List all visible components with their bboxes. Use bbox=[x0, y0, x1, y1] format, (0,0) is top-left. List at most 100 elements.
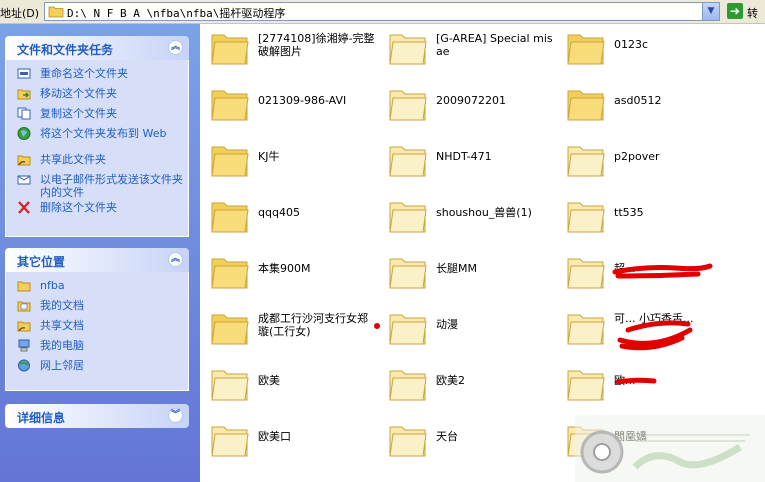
folder-icon bbox=[211, 314, 249, 345]
network-icon bbox=[18, 359, 30, 372]
folder-item[interactable]: 欧美2 bbox=[378, 360, 556, 408]
task-email-files[interactable]: 以电子邮件形式发送该文件夹内的文件 bbox=[6, 172, 188, 200]
folder-item[interactable]: KJ牛 bbox=[200, 136, 378, 184]
chevron-up-icon[interactable]: ︽ bbox=[168, 252, 183, 267]
details-panel: 详细信息 ︾ bbox=[5, 404, 189, 428]
task-move-folder[interactable]: 移动这个文件夹 bbox=[6, 86, 188, 106]
folder-item[interactable]: 成都工行沙河支行女郑璇(工行女) bbox=[200, 304, 378, 352]
task-share-folder[interactable]: 共享此文件夹 bbox=[6, 152, 188, 172]
folder-name: NHDT-471 bbox=[436, 150, 492, 163]
folder-icon bbox=[567, 90, 605, 121]
folder-name: 成都工行沙河支行女郑璇(工行女) bbox=[258, 312, 368, 338]
task-delete-folder[interactable]: 删除这个文件夹 bbox=[6, 200, 188, 220]
folder-item[interactable]: shoushou_兽兽(1) bbox=[378, 192, 556, 240]
task-rename-folder[interactable]: 重命名这个文件夹 bbox=[6, 66, 188, 86]
folder-icon bbox=[389, 258, 427, 289]
folder-icon bbox=[211, 34, 249, 65]
folder-item[interactable]: 动漫 bbox=[378, 304, 556, 352]
red-dot-mark bbox=[374, 323, 380, 329]
place-my-computer[interactable]: 我的电脑 bbox=[6, 338, 188, 358]
folder-item[interactable]: [2774108]徐湘婷-完整破解图片 bbox=[200, 24, 378, 72]
other-places-panel: 其它位置 ︽ nfba 我的文档 共享文档 我的电脑 网上邻居 bbox=[5, 248, 189, 391]
place-network[interactable]: 网上邻居 bbox=[6, 358, 188, 378]
folder-item[interactable]: NHDT-471 bbox=[378, 136, 556, 184]
folder-icon bbox=[389, 370, 427, 401]
folder-name: 021309-986-AVI bbox=[258, 94, 347, 107]
place-shared-documents[interactable]: 共享文档 bbox=[6, 318, 188, 338]
folder-item[interactable]: 0123c bbox=[556, 24, 734, 72]
folder-item[interactable]: 欧美口 bbox=[200, 416, 378, 464]
folder-icon bbox=[211, 90, 249, 121]
folder-icon bbox=[48, 6, 64, 18]
red-scribble-overlay bbox=[612, 263, 713, 385]
folder-name: 本集900M bbox=[258, 262, 311, 275]
folder-item[interactable]: 长腿MM bbox=[378, 248, 556, 296]
rename-icon bbox=[17, 68, 31, 79]
folder-item[interactable]: 天台 bbox=[378, 416, 556, 464]
address-bar: 地址(D) D:\ N F B A \nfba\nfba\摇杆驱动程序 ▼ ➜ … bbox=[0, 0, 765, 36]
folder-name: 长腿MM bbox=[436, 262, 477, 275]
folder-name: 动漫 bbox=[436, 318, 458, 331]
folder-icon bbox=[211, 202, 249, 233]
address-input[interactable]: D:\ N F B A \nfba\nfba\摇杆驱动程序 ▼ bbox=[44, 2, 720, 21]
folder-item[interactable]: 021309-986-AVI bbox=[200, 80, 378, 128]
task-copy-folder[interactable]: 复制这个文件夹 bbox=[6, 106, 188, 126]
share-icon bbox=[17, 155, 31, 166]
folder-item[interactable]: tt535 bbox=[556, 192, 734, 240]
task-publish-web[interactable]: 将这个文件夹发布到 Web bbox=[6, 126, 188, 152]
folder-name: 欧美 bbox=[258, 374, 280, 387]
email-icon bbox=[17, 175, 31, 185]
folder-icon bbox=[389, 202, 427, 233]
folder-icon bbox=[211, 146, 249, 177]
watermark-logo bbox=[575, 415, 765, 482]
folder-item[interactable]: [G-AREA] Special misae bbox=[378, 24, 556, 72]
folder-name: 天台 bbox=[436, 430, 458, 443]
folder-item[interactable]: p2pover bbox=[556, 136, 734, 184]
folder-name: 0123c bbox=[614, 38, 649, 51]
folder-name: [G-AREA] Special misae bbox=[436, 32, 553, 58]
address-dropdown-button[interactable]: ▼ bbox=[702, 3, 719, 20]
folder-view: [2774108]徐湘婷-完整破解图片 [G-AREA] Special misa… bbox=[200, 24, 765, 482]
place-my-documents[interactable]: 我的文档 bbox=[6, 298, 188, 318]
details-title: 详细信息 bbox=[17, 411, 66, 425]
go-arrow-icon: ➜ bbox=[727, 3, 743, 19]
folder-icon bbox=[389, 314, 427, 345]
my-documents-icon bbox=[17, 301, 31, 312]
details-header[interactable]: 详细信息 ︾ bbox=[5, 404, 189, 428]
address-path: D:\ N F B A \nfba\nfba\摇杆驱动程序 bbox=[67, 7, 286, 20]
move-icon bbox=[17, 89, 31, 100]
folder-item[interactable]: asd0512 bbox=[556, 80, 734, 128]
folder-name: 欧美口 bbox=[258, 430, 291, 443]
place-nfba[interactable]: nfba bbox=[6, 278, 188, 298]
folder-item[interactable]: 欧美 bbox=[200, 360, 378, 408]
shared-documents-icon bbox=[17, 321, 31, 332]
delete-icon bbox=[18, 201, 30, 214]
go-button[interactable]: ➜ 转到 bbox=[725, 2, 765, 36]
folder-name: qqq405 bbox=[258, 206, 300, 219]
folder-name: tt535 bbox=[614, 206, 644, 219]
folder-icon bbox=[389, 426, 427, 457]
copy-icon bbox=[17, 107, 31, 120]
file-tasks-header[interactable]: 文件和文件夹任务 ︽ bbox=[5, 36, 189, 60]
folder-icon bbox=[567, 34, 605, 65]
folder-icon bbox=[211, 426, 249, 457]
file-tasks-title: 文件和文件夹任务 bbox=[17, 43, 114, 57]
chevron-up-icon[interactable]: ︽ bbox=[168, 40, 183, 55]
folder-icon bbox=[211, 258, 249, 289]
file-tasks-panel: 文件和文件夹任务 ︽ 重命名这个文件夹 移动这个文件夹 复制这个文件夹 将这个文… bbox=[5, 36, 189, 237]
my-computer-icon bbox=[18, 339, 30, 352]
folder-name: 欧美2 bbox=[436, 374, 465, 387]
folder-name: 2009072201 bbox=[436, 94, 506, 107]
other-places-header[interactable]: 其它位置 ︽ bbox=[5, 248, 189, 272]
address-label: 地址(D) bbox=[0, 7, 40, 20]
publish-web-icon bbox=[17, 127, 31, 140]
folder-item[interactable]: 本集900M bbox=[200, 248, 378, 296]
chevron-down-icon[interactable]: ︾ bbox=[168, 408, 183, 423]
folder-name: KJ牛 bbox=[258, 150, 280, 163]
folder-name: asd0512 bbox=[614, 94, 662, 107]
folder-icon bbox=[389, 34, 427, 65]
folder-item[interactable]: 2009072201 bbox=[378, 80, 556, 128]
folder-item[interactable]: qqq405 bbox=[200, 192, 378, 240]
folder-icon bbox=[567, 202, 605, 233]
other-places-title: 其它位置 bbox=[17, 255, 66, 269]
